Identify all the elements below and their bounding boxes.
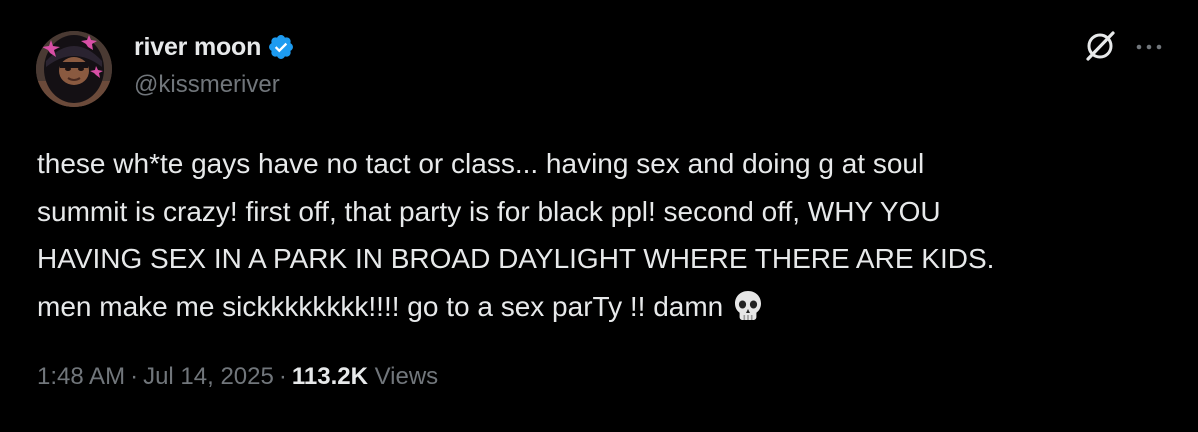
tweet-text-last-line: men make me sickkkkkkkk!!!! go to a sex … [37,283,1177,331]
avatar-image [36,31,112,107]
user-block: river moon @kissmeriver [134,30,295,102]
tweet-text-line: summit is crazy! first off, that party i… [37,195,941,227]
avatar[interactable] [36,31,112,107]
user-handle[interactable]: @kissmeriver [134,68,295,102]
grok-icon[interactable] [1082,28,1118,64]
skull-emoji-icon [733,289,763,321]
meta-separator: · [278,363,287,390]
tweet-text: these wh*te gays have no tact or class..… [37,140,1177,330]
tweet-card: river moon @kissmeriver these wh*te gays… [0,0,1198,432]
display-name[interactable]: river moon [134,33,261,62]
more-icon[interactable] [1132,30,1166,64]
tweet-time[interactable]: 1:48 AM [37,363,125,390]
tweet-meta: 1:48 AM · Jul 14, 2025 · 113.2K Views [37,363,438,391]
views-count: 113.2K [291,363,368,390]
tweet-date[interactable]: Jul 14, 2025 [143,363,274,390]
meta-separator: · [130,363,139,390]
tweet-text-line: HAVING SEX IN A PARK IN BROAD DAYLIGHT W… [37,243,995,274]
tweet-text-line: men make me sickkkkkkkk!!!! go to a sex … [37,290,724,322]
verified-badge-icon[interactable] [267,33,295,61]
views-label: Views [374,363,439,390]
tweet-text-line: these wh*te gays have no tact or class..… [37,148,925,179]
name-row: river moon [134,30,295,64]
